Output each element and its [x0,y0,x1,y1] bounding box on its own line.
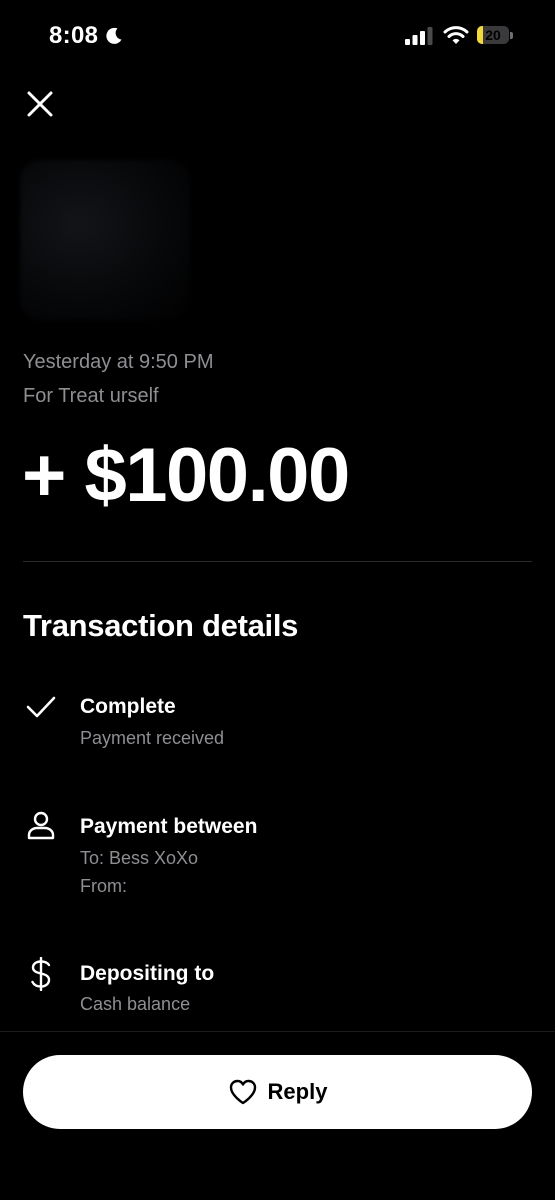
reply-label: Reply [267,1079,328,1104]
heart-icon [229,1079,256,1105]
dollar-icon [24,957,58,991]
deposit-title: Depositing to [80,962,215,985]
transaction-date: Yesterday at 9:50 PM [23,351,214,373]
close-icon [27,91,53,117]
battery-level: 20 [485,27,501,43]
section-title: Transaction details [23,608,299,643]
deposit-subtitle: Cash balance [80,994,191,1014]
between-to: To: Bess XoXo [80,848,199,868]
close-button[interactable] [22,86,58,122]
checkmark-icon [24,690,58,724]
between-title: Payment between [80,815,258,838]
clock-time: 8:08 [49,22,99,49]
signal-icon [405,27,433,45]
status-time: 8:08 [49,22,124,50]
battery-icon: 20 [477,25,513,45]
transaction-amount: + $100.00 [22,433,350,518]
battery-fill [477,26,484,44]
moon-icon [106,27,122,44]
battery-nub [510,31,513,39]
wifi-icon [443,26,469,44]
transaction-note: For Treat urself [23,385,159,407]
person-icon [24,808,58,842]
status-bar: 8:08 20 [0,0,555,72]
between-from: From: [80,876,127,896]
battery-body: 20 [477,26,509,44]
reply-button[interactable]: Reply [23,1055,532,1129]
avatar [20,160,190,320]
status-title: Complete [80,695,176,718]
bottom-divider [0,1031,555,1032]
status-subtitle: Payment received [80,728,225,748]
divider [23,561,532,562]
